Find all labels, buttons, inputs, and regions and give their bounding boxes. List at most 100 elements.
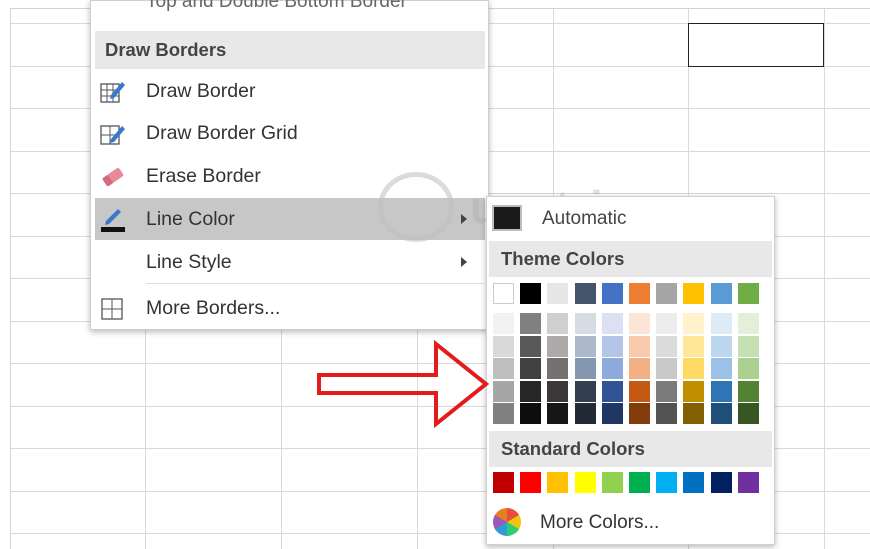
standard-color-swatch[interactable]: [629, 472, 650, 493]
red-arrow-annotation: [317, 339, 490, 429]
theme-shade-swatch[interactable]: [629, 380, 650, 402]
standard-colors-label: Standard Colors: [501, 438, 645, 459]
theme-shade-swatch[interactable]: [574, 380, 596, 402]
theme-shade-swatch[interactable]: [710, 313, 732, 334]
theme-shade-swatch[interactable]: [574, 313, 596, 334]
standard-color-swatch[interactable]: [574, 472, 596, 493]
menu-item-line-style[interactable]: Line Style: [91, 242, 488, 282]
theme-shade-swatch[interactable]: [547, 403, 569, 424]
theme-shade-swatch[interactable]: [520, 313, 542, 334]
eraser-icon: [100, 165, 126, 189]
theme-shade-swatch[interactable]: [574, 358, 596, 379]
theme-shade-swatch[interactable]: [710, 358, 732, 379]
theme-color-swatch[interactable]: [683, 283, 705, 304]
menu-separator: [146, 283, 484, 284]
theme-shade-swatch[interactable]: [520, 335, 542, 357]
theme-color-swatch[interactable]: [520, 283, 542, 304]
theme-shade-swatch[interactable]: [656, 358, 678, 379]
theme-shade-swatch[interactable]: [629, 313, 650, 334]
theme-shade-swatch[interactable]: [656, 313, 678, 334]
theme-shade-swatch[interactable]: [493, 313, 514, 334]
theme-shade-swatch[interactable]: [737, 403, 759, 424]
theme-shade-swatch[interactable]: [710, 403, 732, 424]
theme-color-swatch[interactable]: [547, 283, 569, 304]
theme-shade-swatch[interactable]: [629, 403, 650, 424]
theme-shade-swatch[interactable]: [737, 380, 759, 402]
theme-shade-swatch[interactable]: [683, 358, 705, 379]
theme-shade-swatch[interactable]: [601, 358, 623, 379]
theme-shade-swatch[interactable]: [601, 313, 623, 334]
line-color-palette: Automatic Theme Colors Standard Colors M…: [486, 196, 775, 545]
chevron-right-icon: [461, 214, 467, 224]
menu-item-more-borders[interactable]: More Borders...: [91, 288, 488, 328]
theme-colors-label: Theme Colors: [501, 248, 625, 269]
menu-item-label: Line Color: [146, 208, 235, 230]
theme-shade-swatch[interactable]: [520, 358, 542, 379]
automatic-label: Automatic: [542, 208, 627, 229]
theme-shade-swatch[interactable]: [737, 358, 759, 379]
pencil-grid-icon: [100, 80, 126, 104]
theme-shade-swatch[interactable]: [493, 335, 514, 357]
grid-icon: [100, 297, 126, 321]
theme-shade-swatch[interactable]: [683, 335, 705, 357]
automatic-color-option[interactable]: Automatic: [487, 197, 774, 239]
theme-color-swatch[interactable]: [710, 283, 732, 304]
standard-color-swatch[interactable]: [601, 472, 623, 493]
theme-shade-swatch[interactable]: [601, 403, 623, 424]
theme-shade-swatch[interactable]: [547, 335, 569, 357]
theme-shade-swatch[interactable]: [683, 403, 705, 424]
section-header-draw-borders: Draw Borders: [95, 31, 485, 69]
more-colors-option[interactable]: More Colors...: [487, 501, 774, 541]
standard-color-swatch[interactable]: [683, 472, 705, 493]
theme-shade-swatch[interactable]: [547, 380, 569, 402]
theme-shade-swatch[interactable]: [520, 403, 542, 424]
theme-color-swatch[interactable]: [601, 283, 623, 304]
theme-shade-swatch[interactable]: [574, 335, 596, 357]
theme-shade-swatch[interactable]: [493, 358, 514, 379]
theme-shade-swatch[interactable]: [574, 403, 596, 424]
automatic-swatch: [492, 205, 522, 231]
selected-cell[interactable]: [688, 23, 824, 67]
theme-shade-swatch[interactable]: [710, 335, 732, 357]
standard-color-swatch[interactable]: [520, 472, 542, 493]
standard-color-swatch[interactable]: [737, 472, 759, 493]
theme-shade-swatch[interactable]: [656, 335, 678, 357]
menu-item-label: Draw Border Grid: [146, 122, 298, 144]
menu-item-label: More Borders...: [146, 297, 281, 319]
menu-item-draw-border[interactable]: Draw Border: [91, 71, 488, 111]
theme-color-swatch[interactable]: [629, 283, 650, 304]
menu-item-label: Draw Border: [146, 80, 256, 102]
theme-shade-swatch[interactable]: [493, 403, 514, 424]
standard-color-swatch[interactable]: [710, 472, 732, 493]
theme-shade-swatch[interactable]: [629, 358, 650, 379]
theme-shade-swatch[interactable]: [493, 380, 514, 402]
menu-item-label: Erase Border: [146, 165, 261, 187]
theme-color-swatch[interactable]: [737, 283, 759, 304]
theme-shade-swatch[interactable]: [737, 335, 759, 357]
theme-shade-swatch[interactable]: [547, 358, 569, 379]
standard-color-swatch[interactable]: [656, 472, 678, 493]
theme-shade-swatch[interactable]: [601, 380, 623, 402]
standard-colors-header: Standard Colors: [489, 431, 772, 467]
standard-color-swatch[interactable]: [547, 472, 569, 493]
theme-shade-swatch[interactable]: [547, 313, 569, 334]
theme-color-swatch[interactable]: [574, 283, 596, 304]
chevron-right-icon: [461, 257, 467, 267]
theme-shade-swatch[interactable]: [683, 313, 705, 334]
more-colors-label: More Colors...: [540, 512, 660, 533]
theme-color-swatch[interactable]: [656, 283, 678, 304]
theme-shade-swatch[interactable]: [601, 335, 623, 357]
menu-item-draw-border-grid[interactable]: Draw Border Grid: [91, 113, 488, 153]
theme-shade-swatch[interactable]: [737, 313, 759, 334]
pencil-grid-icon: [100, 122, 126, 146]
theme-colors-header: Theme Colors: [489, 241, 772, 277]
theme-shade-swatch[interactable]: [683, 380, 705, 402]
theme-color-swatch[interactable]: [493, 283, 514, 304]
theme-shade-swatch[interactable]: [520, 380, 542, 402]
menu-item-top-double-bottom-border[interactable]: Top and Double Bottom Border: [146, 0, 407, 13]
theme-shade-swatch[interactable]: [629, 335, 650, 357]
theme-shade-swatch[interactable]: [656, 380, 678, 402]
standard-color-swatch[interactable]: [493, 472, 514, 493]
theme-shade-swatch[interactable]: [710, 380, 732, 402]
theme-shade-swatch[interactable]: [656, 403, 678, 424]
